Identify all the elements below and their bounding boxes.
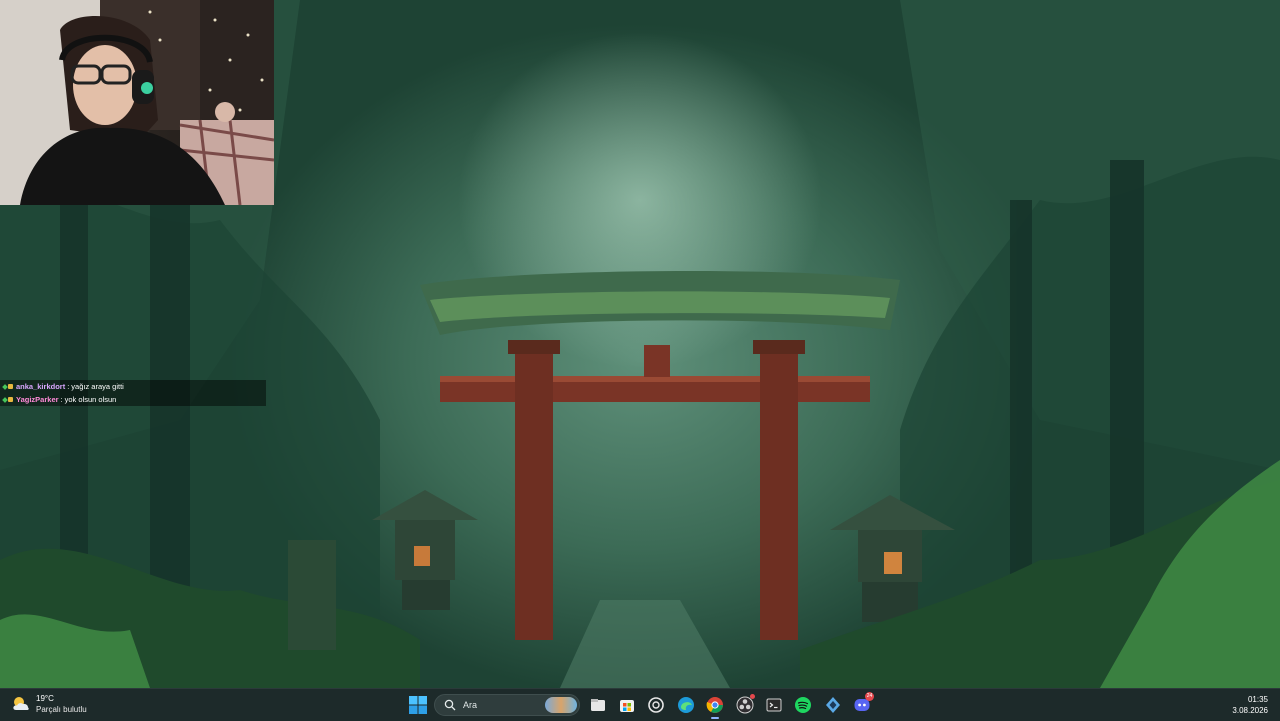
torii-gate xyxy=(420,270,900,640)
partly-cloudy-icon xyxy=(13,697,29,710)
spotify-icon[interactable] xyxy=(792,694,814,716)
search-icon xyxy=(444,699,456,711)
bits-badge-icon xyxy=(8,397,13,402)
chatgpt-icon[interactable] xyxy=(645,694,667,716)
weather-widget[interactable]: 19°C Parçalı bulutlu xyxy=(10,693,87,715)
bits-badge-icon xyxy=(8,384,13,389)
taskbar: 19°C Parçalı bulutlu Ara 24 01:35 3.08.2… xyxy=(0,688,1280,721)
chat-overlay: anka_kirkdort : yağız araya gitti YagizP… xyxy=(0,380,266,406)
microsoft-store-icon[interactable] xyxy=(616,694,638,716)
clock-date: 3.08.2026 xyxy=(1232,706,1268,715)
sub-badge-icon xyxy=(2,383,8,390)
chat-username: anka_kirkdort xyxy=(16,382,66,391)
discord-notification-badge: 24 xyxy=(865,692,874,701)
stone-lantern-left xyxy=(372,490,478,610)
streamer-camera-feed xyxy=(0,0,274,205)
obs-icon[interactable] xyxy=(734,694,756,716)
webcam-overlay xyxy=(0,0,274,205)
chrome-icon[interactable] xyxy=(704,694,726,719)
search-input[interactable] xyxy=(461,699,545,711)
weather-temperature: 19°C xyxy=(36,694,54,703)
chat-username: YagizParker xyxy=(16,395,59,404)
weather-description: Parçalı bulutlu xyxy=(36,705,87,714)
system-clock[interactable]: 01:35 3.08.2026 xyxy=(1232,694,1268,716)
notification-dot xyxy=(750,694,755,699)
search-box[interactable] xyxy=(434,694,580,716)
discord-icon[interactable]: 24 xyxy=(851,692,874,716)
sub-badge-icon xyxy=(2,396,8,403)
file-explorer-icon[interactable] xyxy=(587,694,609,716)
edge-icon[interactable] xyxy=(675,694,697,716)
start-button[interactable] xyxy=(409,696,427,714)
app-icon[interactable] xyxy=(822,694,844,716)
chat-text: yok olsun olsun xyxy=(64,395,117,404)
chat-message: YagizParker : yok olsun olsun xyxy=(0,393,266,406)
search-highlight-image[interactable] xyxy=(545,697,577,713)
terminal-icon[interactable] xyxy=(763,694,785,716)
chat-text: yağız araya gitti xyxy=(71,382,124,391)
clock-time: 01:35 xyxy=(1247,695,1268,704)
chat-message: anka_kirkdort : yağız araya gitti xyxy=(0,380,266,393)
chat-separator: : xyxy=(67,382,70,391)
chat-separator: : xyxy=(60,395,63,404)
